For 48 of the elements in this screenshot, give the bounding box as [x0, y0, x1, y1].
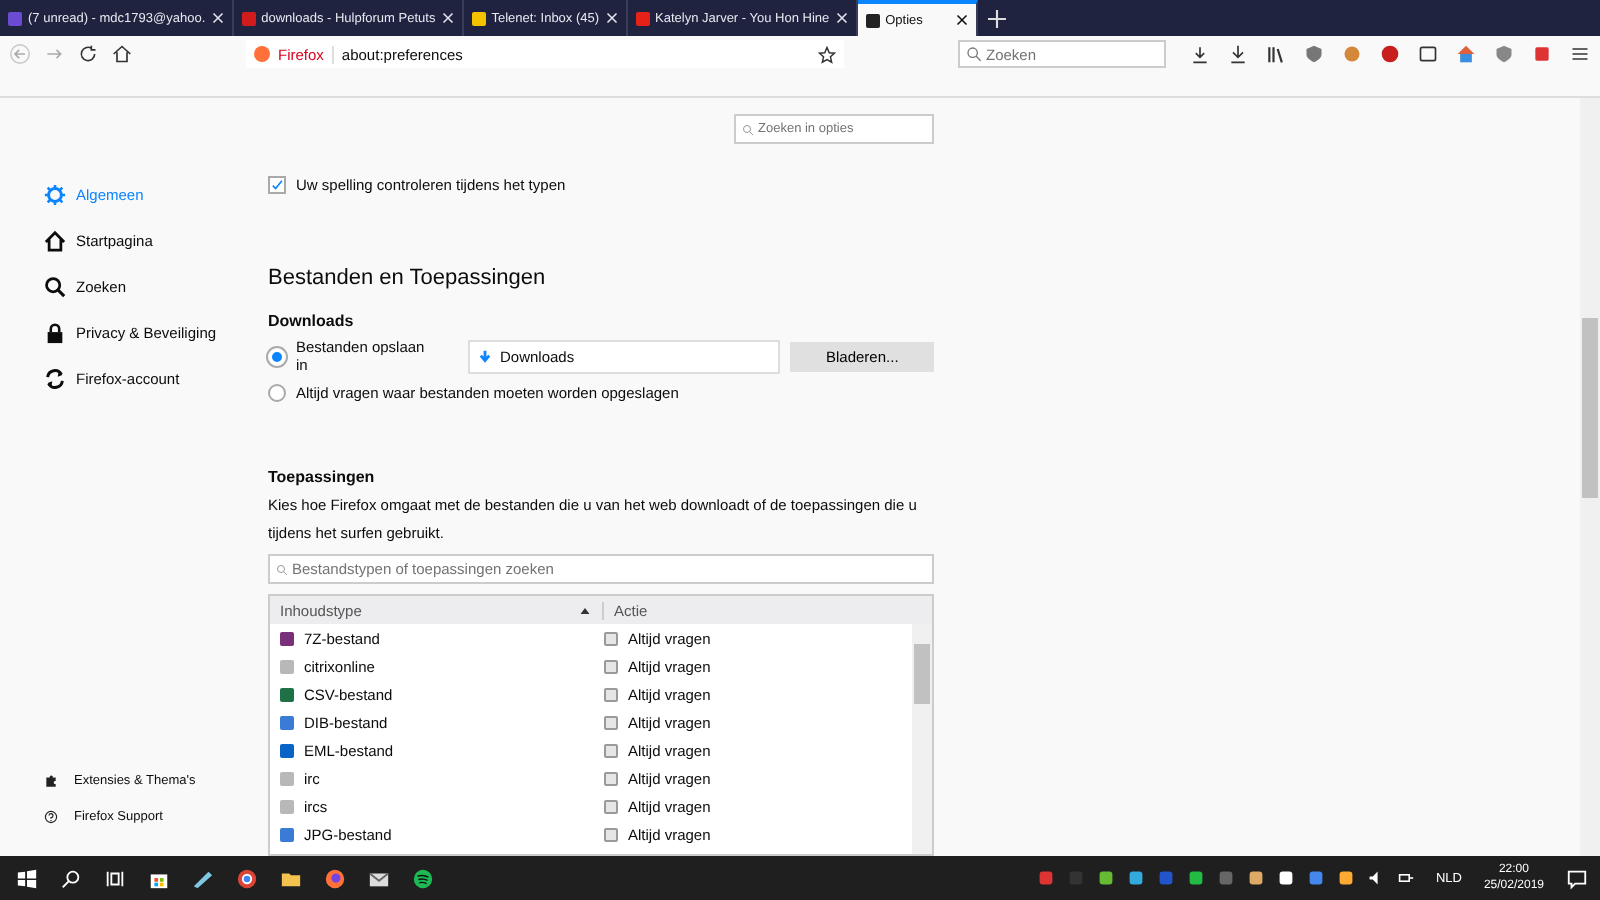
search-icon	[276, 563, 288, 575]
music-app-icon[interactable]	[412, 867, 434, 889]
close-icon[interactable]	[955, 14, 968, 26]
site-icon	[241, 11, 256, 25]
sync-arrows-icon	[44, 367, 66, 389]
menu-icon[interactable]	[1570, 44, 1590, 64]
app-icon[interactable]	[192, 867, 214, 889]
scrollbar[interactable]	[912, 624, 932, 854]
browser-icon[interactable]	[324, 867, 346, 889]
windows-start-icon[interactable]	[16, 867, 38, 889]
home-icon[interactable]	[112, 44, 132, 64]
shield-icon[interactable]	[1494, 44, 1514, 64]
library-icon[interactable]	[1266, 44, 1286, 64]
notification-icon[interactable]	[1566, 867, 1588, 889]
shield-icon[interactable]	[1304, 44, 1324, 64]
site-icon	[8, 11, 22, 25]
search-icon	[966, 46, 982, 62]
site-icon	[865, 13, 880, 27]
site-icon	[635, 11, 650, 25]
subsection-heading: Downloads	[268, 312, 356, 330]
new-tab-icon[interactable]	[987, 9, 1006, 27]
volume-icon[interactable]	[1367, 870, 1384, 886]
window-icon[interactable]	[1418, 44, 1438, 64]
search-icon	[44, 275, 66, 297]
settings-gear-icon	[44, 183, 66, 205]
browser-logo-icon	[254, 46, 270, 62]
tray-icon[interactable]	[1190, 44, 1210, 64]
sort-arrow-icon	[580, 607, 590, 613]
help-icon	[44, 810, 58, 824]
task-view-icon[interactable]	[104, 867, 126, 889]
checkbox[interactable]	[268, 176, 286, 194]
lock-icon	[44, 321, 66, 343]
download-arrow-icon	[477, 349, 492, 363]
puzzle-piece-icon	[44, 774, 58, 788]
section-heading: Bestanden en Toepassingen	[268, 266, 548, 290]
search-icon	[742, 123, 754, 135]
home-icon	[44, 229, 66, 251]
network-icon[interactable]	[1397, 870, 1414, 886]
radio-button[interactable]	[268, 383, 286, 401]
reload-icon[interactable]	[78, 44, 98, 64]
mail-icon[interactable]	[368, 867, 390, 889]
search-icon[interactable]	[60, 867, 82, 889]
bookmark-star-icon[interactable]	[818, 45, 836, 63]
site-icon	[471, 11, 486, 25]
page-scrollbar[interactable]	[1580, 98, 1600, 856]
browser-icon[interactable]	[236, 867, 258, 889]
subsection-heading: Toepassingen	[268, 468, 377, 486]
download-icon[interactable]	[1228, 44, 1248, 64]
